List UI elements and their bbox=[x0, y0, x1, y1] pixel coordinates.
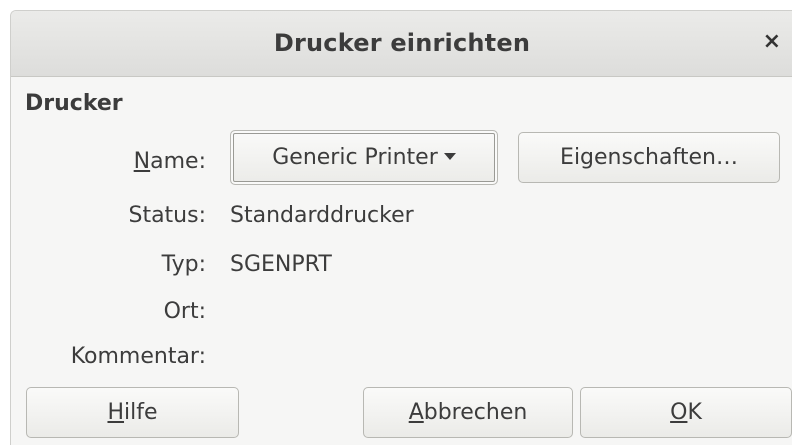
name-label-rest: ame: bbox=[150, 149, 206, 174]
cancel-button[interactable]: Abbrechen bbox=[363, 387, 573, 438]
chevron-down-icon bbox=[443, 152, 456, 160]
printer-name-dropdown[interactable]: Generic Printer bbox=[230, 130, 498, 185]
help-mnemonic: H bbox=[107, 400, 125, 425]
close-icon[interactable]: × bbox=[763, 31, 781, 53]
ok-label-rest: K bbox=[687, 400, 702, 425]
type-value: SGENPRT bbox=[230, 252, 332, 277]
print-setup-dialog: Drucker einrichten × Drucker Name: Gener… bbox=[10, 10, 792, 445]
name-label: Name: bbox=[134, 149, 206, 174]
type-label: Typ: bbox=[161, 252, 206, 277]
printer-section-heading: Drucker bbox=[25, 91, 123, 116]
name-label-mnemonic: N bbox=[133, 149, 151, 174]
ok-button[interactable]: OK bbox=[580, 387, 792, 438]
cancel-label-rest: bbrechen bbox=[423, 400, 528, 425]
dialog-title: Drucker einrichten bbox=[273, 29, 531, 57]
printer-name-value: Generic Printer bbox=[272, 145, 438, 170]
comment-label: Kommentar: bbox=[70, 344, 206, 369]
help-label-rest: ilfe bbox=[124, 400, 158, 425]
status-label: Status: bbox=[128, 203, 206, 228]
properties-button[interactable]: Eigenschaften… bbox=[518, 132, 780, 183]
status-value: Standarddrucker bbox=[230, 203, 414, 228]
ok-mnemonic: O bbox=[670, 400, 688, 425]
location-label: Ort: bbox=[163, 299, 206, 324]
help-button[interactable]: Hilfe bbox=[26, 387, 239, 438]
titlebar: Drucker einrichten × bbox=[11, 11, 792, 77]
cancel-mnemonic: A bbox=[408, 400, 424, 425]
